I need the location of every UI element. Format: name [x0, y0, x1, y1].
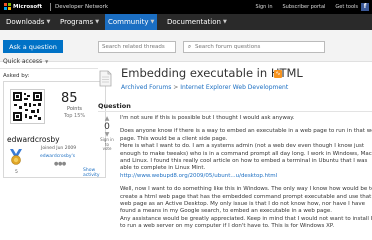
vote-widget: ▲ 0 ▼ Sign in to vote — [99, 116, 115, 152]
nav-programs[interactable]: Programs ▼ — [57, 14, 102, 30]
achievement-icons: ● ● ● — [54, 161, 66, 167]
body-line: to run a web server on my computer if I … — [120, 223, 335, 230]
breadcrumb-archived-forums[interactable]: Archived Forums — [121, 84, 171, 91]
body-line: Well, now I want to do something like th… — [120, 186, 372, 193]
question-icon — [99, 70, 112, 87]
main-nav: Downloads ▼ Programs ▼ Community ▼ Docum… — [0, 14, 372, 30]
sign-in-link[interactable]: Sign in — [255, 4, 272, 10]
nav-community[interactable]: Community ▼ — [105, 14, 158, 30]
body-line: Does anyone know if there is a way to em… — [120, 128, 372, 135]
nav-community-label: Community — [108, 18, 149, 26]
facebook-icon[interactable]: f — [361, 3, 369, 11]
microsoft-logo-icon — [4, 3, 11, 10]
body-line: Here is what I want to do. I am a system… — [120, 143, 364, 150]
brand-name: Microsoft — [13, 3, 43, 10]
points-label: Points — [67, 106, 83, 112]
badge-count: 5 — [15, 170, 18, 175]
chevron-down-icon: ▼ — [95, 19, 100, 25]
search-forum-input[interactable]: ⌕ Search forum questions — [183, 41, 325, 53]
medal-icon — [10, 149, 22, 165]
site-name[interactable]: Developer Network — [55, 4, 108, 10]
body-line: page. This would be a client side page. — [120, 135, 228, 142]
nav-documentation-label: Documentation — [167, 18, 221, 26]
nav-programs-label: Programs — [60, 18, 94, 26]
question-section-label: Question — [98, 102, 131, 110]
divider — [0, 68, 98, 69]
show-activity-link[interactable]: Show activity — [83, 168, 105, 178]
chevron-down-icon: ▼ — [222, 19, 227, 25]
microsoft-logo[interactable]: Microsoft — [4, 3, 42, 10]
question-body: I'm not sure if this is possible but I t… — [120, 115, 372, 231]
nav-downloads-label: Downloads — [6, 18, 45, 26]
qr-code-icon — [13, 92, 42, 121]
qr-code-avatar[interactable] — [10, 89, 45, 124]
quick-access-toggle[interactable]: Quick access ▼ — [3, 58, 48, 65]
chevron-down-icon: ▼ — [45, 59, 49, 64]
subscriber-portal-link[interactable]: Subscriber portal — [283, 4, 326, 10]
body-line: and Linux. I found this really cool arti… — [120, 158, 368, 165]
asked-by-label: Asked by: — [3, 73, 30, 79]
nav-documentation[interactable]: Documentation ▼ — [164, 14, 230, 30]
body-line: able to complete in Linux Mint. — [120, 165, 206, 172]
points-rank: Top 15% — [64, 113, 86, 119]
article-link[interactable]: http://www.webupd8.org/2009/05/ubunt...u… — [120, 173, 370, 180]
search-icon: ⌕ — [187, 43, 192, 50]
body-line: enough to make tweaks) who is in a comma… — [120, 150, 372, 157]
ask-question-button[interactable]: Ask a question — [3, 40, 63, 53]
search-related-threads-input[interactable]: Search related threads — [98, 41, 176, 53]
points-value: 85 — [61, 91, 78, 106]
user-name[interactable]: edwardcrosby — [7, 135, 60, 144]
divider — [98, 111, 372, 112]
rss-icon[interactable]: ∿ — [274, 70, 282, 78]
body-line: Any assistance would be greatly apprecia… — [120, 215, 372, 222]
top-bar: Microsoft Developer Network Sign in Subs… — [0, 0, 372, 14]
body-line: web page as an Active Desktop. My only i… — [120, 201, 366, 208]
quick-access-label: Quick access — [3, 58, 43, 65]
top-links: Sign in Subscriber portal Get tools — [255, 4, 358, 10]
joined-date: Joined Jun 2009 — [41, 146, 77, 151]
brand-divider — [50, 3, 51, 11]
breadcrumb-ie-web-development[interactable]: Internet Explorer Web Development — [180, 84, 288, 91]
vote-label-line3: vote — [102, 146, 112, 151]
search-forum-placeholder: Search forum questions — [195, 44, 261, 50]
get-tools-link[interactable]: Get tools — [335, 4, 358, 10]
body-line: create a html web page that has the embe… — [120, 193, 372, 200]
user-profile-card: 85 Points Top 15% edwardcrosby Joined Ju… — [3, 81, 106, 178]
chevron-down-icon: ▼ — [150, 19, 155, 25]
body-line: I'm not sure if this is possible but I t… — [120, 115, 295, 121]
body-line: found a means in my Google search, to em… — [120, 208, 333, 215]
breadcrumb: Archived Forums > Internet Explorer Web … — [121, 84, 288, 91]
nav-downloads[interactable]: Downloads ▼ — [3, 14, 53, 30]
user-profile-link[interactable]: edwardcrosby's — [40, 154, 75, 159]
chevron-down-icon: ▼ — [46, 19, 51, 25]
